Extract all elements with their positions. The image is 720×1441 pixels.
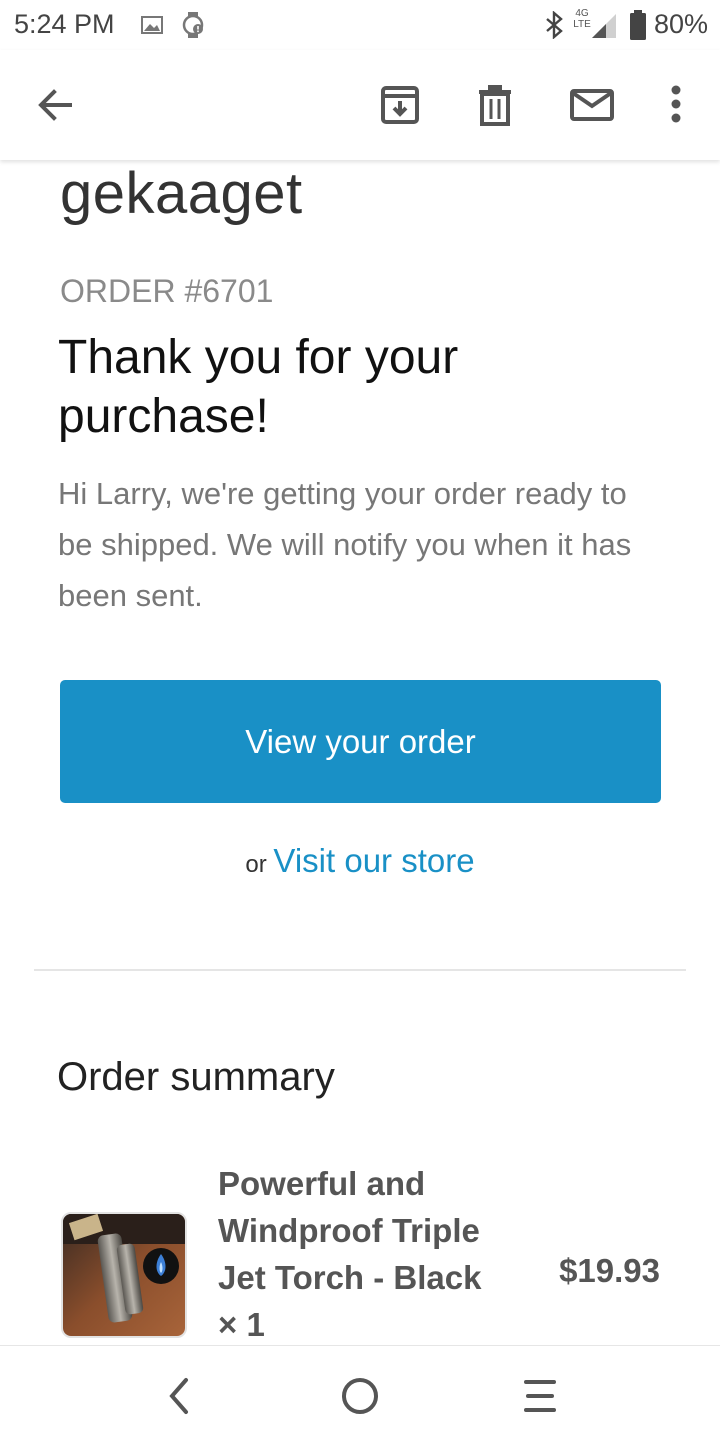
mark-unread-button[interactable] — [567, 80, 617, 130]
back-arrow-icon — [38, 89, 72, 121]
nav-back-button[interactable] — [158, 1374, 202, 1418]
nav-recents-icon — [524, 1380, 556, 1412]
delete-button[interactable] — [470, 80, 520, 130]
product-price: $19.93 — [559, 1252, 660, 1289]
order-summary-title: Order summary — [57, 1055, 335, 1099]
nav-recents-button[interactable] — [518, 1374, 562, 1418]
store-link-line: or Visit our store — [0, 842, 720, 880]
archive-icon — [381, 86, 419, 124]
email-body[interactable]: gekaaget ORDER #6701 Thank you for your … — [0, 160, 720, 1345]
view-order-label: View your order — [245, 722, 476, 760]
nav-home-button[interactable] — [338, 1374, 382, 1418]
nav-home-icon — [342, 1378, 378, 1414]
mail-icon — [570, 89, 614, 121]
watch-alert-icon — [182, 12, 204, 38]
more-vert-icon — [671, 85, 681, 123]
status-bar: 5:24 PM 4G LTE 80% — [0, 0, 720, 50]
battery-percent: 80% — [653, 9, 708, 39]
archive-button[interactable] — [375, 80, 425, 130]
view-order-button[interactable]: View your order — [60, 680, 661, 803]
image-icon — [141, 16, 163, 34]
order-number: ORDER #6701 — [60, 273, 274, 309]
product-image — [63, 1214, 185, 1336]
visit-store-link[interactable]: Visit our store — [273, 842, 474, 879]
store-name: gekaaget — [60, 161, 303, 226]
battery-icon — [630, 10, 646, 40]
trash-icon — [479, 85, 511, 126]
divider — [34, 969, 686, 971]
email-app-bar — [0, 50, 720, 160]
more-options-button[interactable] — [651, 80, 701, 130]
or-text: or — [245, 851, 267, 878]
product-thumbnail[interactable] — [61, 1212, 187, 1338]
back-button[interactable] — [30, 80, 80, 130]
nav-back-icon — [169, 1378, 188, 1414]
status-time: 5:24 PM — [14, 9, 115, 39]
thank-you-heading: Thank you for your purchase! — [58, 331, 459, 443]
bluetooth-icon — [546, 11, 563, 39]
signal-icon — [592, 14, 616, 38]
greeting-text: Hi Larry, we're getting your order ready… — [58, 476, 632, 613]
system-nav-bar — [0, 1345, 720, 1441]
product-name: Powerful and Windproof Triple Jet Torch … — [218, 1165, 482, 1343]
